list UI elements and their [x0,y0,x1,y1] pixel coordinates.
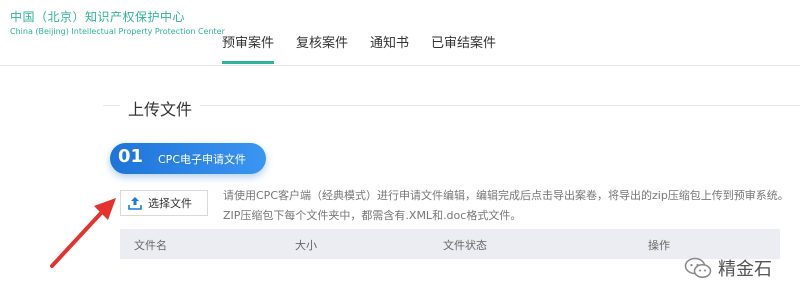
upload-icon [128,197,142,210]
upload-hint-line2: ZIP压缩包下每个文件夹中，都需含有.XML和.doc格式文件。 [223,209,522,222]
column-header-size: 大小 [295,239,317,252]
file-table-header: 文件名 大小 文件状态 操作 [120,229,780,259]
select-file-label: 选择文件 [148,197,192,210]
step-number: 01 [118,146,144,167]
header: 中国（北京）知识产权保护中心 China (Beijing) Intellect… [0,0,800,66]
upload-hint-line1: 请使用CPC客户端（经典模式）进行申请文件编辑，编辑完成后点击导出案卷，将导出的… [223,189,789,202]
step-badge: 01 CPC电子申请文件 [110,143,266,174]
watermark-text: 精金石 [718,259,772,280]
step-label: CPC电子申请文件 [158,153,246,166]
section-divider [103,105,800,106]
column-header-actions: 操作 [648,239,670,252]
column-header-status: 文件状态 [443,239,487,252]
section-title: 上传文件 [120,96,201,120]
logo-title-cn: 中国（北京）知识产权保护中心 [10,10,186,24]
main-nav: 预审案件 复核案件 通知书 已审结案件 [222,32,518,64]
logo[interactable]: 中国（北京）知识产权保护中心 China (Beijing) Intellect… [10,8,225,36]
logo-title-en: China (Beijing) Intellectual Property Pr… [10,27,225,36]
nav-tab-review-cases[interactable]: 复核案件 [296,32,348,64]
nav-tab-closed-cases[interactable]: 已审结案件 [431,32,496,64]
nav-tab-notices[interactable]: 通知书 [370,32,409,64]
nav-tab-pre-exam-cases[interactable]: 预审案件 [222,32,275,64]
select-file-button[interactable]: 选择文件 [120,190,208,216]
red-arrow-icon [50,198,116,268]
column-header-filename: 文件名 [134,239,167,252]
wechat-icon [684,257,712,278]
watermark: 精金石 [684,255,772,281]
